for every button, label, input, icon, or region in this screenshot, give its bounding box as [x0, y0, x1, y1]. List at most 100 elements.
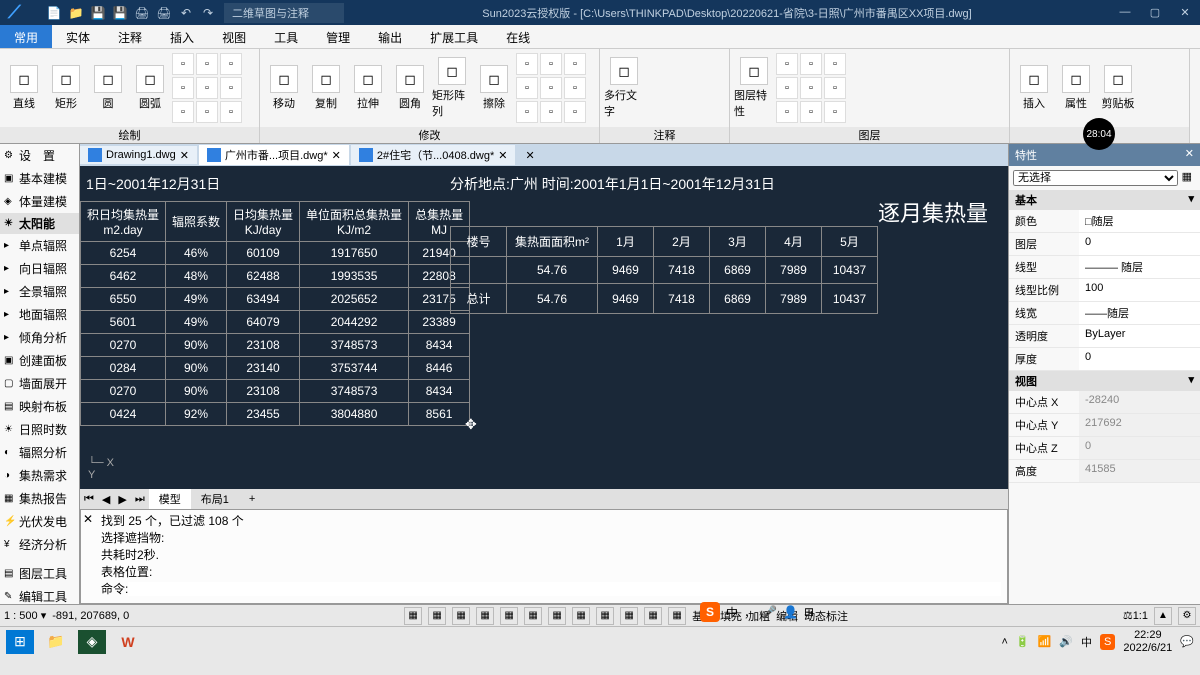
ribbon-tab-9[interactable]: 在线 — [492, 25, 544, 48]
ribbon-tab-1[interactable]: 实体 — [52, 25, 104, 48]
sidebar-item-1[interactable]: ▣基本建模 — [0, 167, 79, 190]
sidebar-item-2[interactable]: ◈体量建模 — [0, 190, 79, 213]
tool-modify-small-3[interactable]: ▫ — [516, 77, 538, 99]
props-val[interactable]: ——— 随层 — [1079, 256, 1200, 278]
taskbar-wps[interactable]: W — [114, 630, 142, 654]
status-toggle-2[interactable]: ▦ — [452, 607, 470, 625]
tool-layer-0[interactable]: ◻图层特性 — [734, 57, 774, 119]
maximize-button[interactable]: ▢ — [1140, 6, 1170, 19]
status-toggle-6[interactable]: ▦ — [548, 607, 566, 625]
props-quickselect-icon[interactable]: ▦ — [1178, 170, 1196, 186]
tool-layer-small-8[interactable]: ▫ — [824, 101, 846, 123]
tool-draw-small-6[interactable]: ▫ — [172, 101, 194, 123]
tool-modify-small-5[interactable]: ▫ — [564, 77, 586, 99]
ime-mic-icon[interactable]: 🎤 — [762, 605, 777, 619]
sidebar-item-6[interactable]: ▸全景辐照 — [0, 280, 79, 303]
tray-ime-icon[interactable]: 中 — [1081, 634, 1092, 650]
qat-redo-icon[interactable]: ↷ — [200, 5, 216, 21]
qat-undo-icon[interactable]: ↶ — [178, 5, 194, 21]
tray-battery-icon[interactable]: 🔋 — [1016, 635, 1030, 648]
sidebar-item-11[interactable]: ▤映射布板 — [0, 395, 79, 418]
status-toggle-10[interactable]: ▦ — [644, 607, 662, 625]
tool-modify-small-1[interactable]: ▫ — [540, 53, 562, 75]
qat-open-icon[interactable]: 📁 — [68, 5, 84, 21]
tab-model[interactable]: 模型 — [149, 489, 191, 509]
tool-modify-0[interactable]: ◻移动 — [264, 65, 304, 111]
sidebar-item-9[interactable]: ▣创建面板 — [0, 349, 79, 372]
tool-draw-1[interactable]: ◻矩形 — [46, 65, 86, 111]
sidebar-item-10[interactable]: ▢墙面展开 — [0, 372, 79, 395]
status-toggle-3[interactable]: ▦ — [476, 607, 494, 625]
tool-draw-small-1[interactable]: ▫ — [196, 53, 218, 75]
qat-save-icon[interactable]: 💾 — [90, 5, 106, 21]
ribbon-tab-4[interactable]: 视图 — [208, 25, 260, 48]
layout-nav-last[interactable]: ⏭ — [131, 493, 149, 506]
tool-modify-small-4[interactable]: ▫ — [540, 77, 562, 99]
tool-modify-small-0[interactable]: ▫ — [516, 53, 538, 75]
props-val[interactable]: 100 — [1079, 279, 1200, 301]
tool-layer-small-5[interactable]: ▫ — [824, 77, 846, 99]
sidebar-item-16[interactable]: ⚡光伏发电 — [0, 510, 79, 533]
cmd-close-icon[interactable]: ✕ — [83, 512, 93, 526]
props-close-icon[interactable]: ✕ — [1185, 147, 1194, 163]
qat-new-icon[interactable]: 📄 — [46, 5, 62, 21]
sidebar-item-17[interactable]: ¥经济分析 — [0, 533, 79, 556]
tool-draw-2[interactable]: ◻圆 — [88, 65, 128, 111]
tool-draw-small-7[interactable]: ▫ — [196, 101, 218, 123]
ime-punct-icon[interactable]: ， — [744, 604, 756, 621]
tray-wifi-icon[interactable]: 📶 — [1038, 635, 1052, 648]
sidebar-item-15[interactable]: ▦集热报告 — [0, 487, 79, 510]
tool-modify-5[interactable]: ◻擦除 — [474, 65, 514, 111]
tool-block-0[interactable]: ◻插入 — [1014, 65, 1054, 111]
props-val[interactable]: ByLayer — [1079, 325, 1200, 347]
tab-layout1[interactable]: 布局1 — [191, 489, 239, 509]
tool-draw-small-4[interactable]: ▫ — [196, 77, 218, 99]
props-group-基本[interactable]: 基本▾ — [1009, 190, 1200, 210]
ribbon-tab-8[interactable]: 扩展工具 — [416, 25, 492, 48]
status-toggle-0[interactable]: ▦ — [404, 607, 422, 625]
tool-layer-small-2[interactable]: ▫ — [824, 53, 846, 75]
qat-print-icon[interactable]: 🖨 — [156, 5, 172, 21]
props-val[interactable]: ——随层 — [1079, 302, 1200, 324]
sidebar-item-4[interactable]: ▸单点辐照 — [0, 234, 79, 257]
sidebar-item-20[interactable]: ✎编辑工具 — [0, 585, 79, 604]
tool-layer-small-6[interactable]: ▫ — [776, 101, 798, 123]
tray-clock[interactable]: 22:29 2022/6/21 — [1123, 629, 1172, 653]
tool-modify-3[interactable]: ◻圆角 — [390, 65, 430, 111]
sidebar-item-19[interactable]: ▤图层工具 — [0, 562, 79, 585]
props-val[interactable]: 0 — [1079, 348, 1200, 370]
taskbar-explorer[interactable]: 📁 — [42, 630, 70, 654]
tool-layer-small-3[interactable]: ▫ — [776, 77, 798, 99]
props-val[interactable]: □随层 — [1079, 210, 1200, 232]
sidebar-item-14[interactable]: ◑集热需求 — [0, 464, 79, 487]
tool-draw-small-2[interactable]: ▫ — [220, 53, 242, 75]
ribbon-tab-2[interactable]: 注释 — [104, 25, 156, 48]
ribbon-tab-3[interactable]: 插入 — [156, 25, 208, 48]
status-toggle-1[interactable]: ▦ — [428, 607, 446, 625]
sidebar-item-7[interactable]: ▸地面辐照 — [0, 303, 79, 326]
tool-layer-small-1[interactable]: ▫ — [800, 53, 822, 75]
layout-nav-next[interactable]: ▶ — [114, 493, 130, 506]
qat-saveas-icon[interactable]: 💾 — [112, 5, 128, 21]
sidebar-item-13[interactable]: ◐辐照分析 — [0, 441, 79, 464]
taskbar-app1[interactable]: ◈ — [78, 630, 106, 654]
sidebar-item-5[interactable]: ▸向日辐照 — [0, 257, 79, 280]
status-btn-a[interactable]: ▲ — [1154, 607, 1172, 625]
tool-draw-0[interactable]: ◻直线 — [4, 65, 44, 111]
doctab-1[interactable]: 广州市番...项目.dwg*✕ — [199, 145, 349, 165]
tab-add[interactable]: + — [239, 491, 265, 507]
ime-menu-icon[interactable]: ⊞ — [804, 605, 814, 619]
tool-draw-small-0[interactable]: ▫ — [172, 53, 194, 75]
sidebar-item-8[interactable]: ▸倾角分析 — [0, 326, 79, 349]
tool-modify-2[interactable]: ◻拉伸 — [348, 65, 388, 111]
workspace-selector[interactable]: 二维草图与注释 — [224, 3, 344, 23]
tool-draw-small-3[interactable]: ▫ — [172, 77, 194, 99]
sidebar-item-3[interactable]: ☀太阳能 — [0, 213, 79, 234]
tool-modify-4[interactable]: ◻矩形阵列 — [432, 57, 472, 119]
tray-up-icon[interactable]: ˄ — [1001, 636, 1007, 648]
sidebar-item-12[interactable]: ☀日照时数 — [0, 418, 79, 441]
ime-lang[interactable]: 中 — [726, 604, 738, 621]
status-toggle-11[interactable]: ▦ — [668, 607, 686, 625]
tool-block-1[interactable]: ◻属性 — [1056, 65, 1096, 111]
status-toggle-4[interactable]: ▦ — [500, 607, 518, 625]
